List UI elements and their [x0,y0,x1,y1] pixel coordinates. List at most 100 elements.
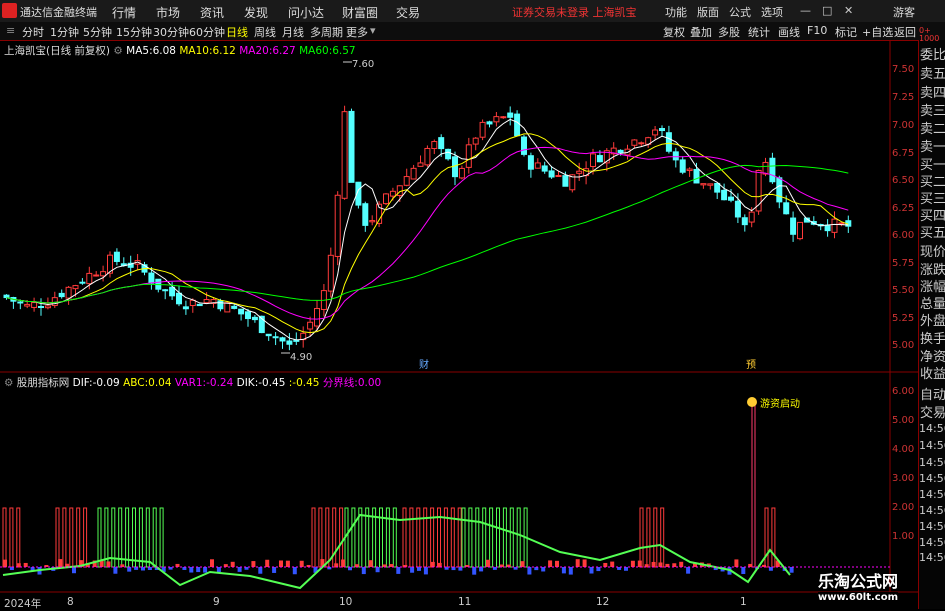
sidebar-top2: 1000 [919,34,940,43]
candle-body [527,155,534,170]
indicator-bars [2,403,794,575]
red-signal-bar [62,507,67,568]
candle-body [203,299,210,304]
histogram-bar [582,559,587,567]
candle-body [617,149,624,154]
green-signal-bar [159,507,164,568]
y-tick: 5.50 [892,285,915,296]
hot-money-spike-bar [751,403,756,568]
candle-body [472,137,479,145]
histogram-bar [527,567,532,575]
red-signal-bar [660,507,665,568]
red-signal-bar [339,507,344,568]
candle-body [113,251,120,262]
candle-body [369,220,376,223]
ind-y-tick: 4.00 [892,444,915,455]
candle-body [341,111,348,199]
histogram-bar [637,560,642,567]
histogram-bar [341,559,346,567]
candle-body [479,121,486,138]
candle-body [707,183,714,186]
histogram-bar [251,561,256,567]
ind-y-tick: 5.00 [892,415,915,426]
candle-body [389,190,396,197]
green-signal-bar [138,507,143,568]
candle-body [458,167,465,179]
candle-body [438,137,445,150]
finance-marker[interactable]: 财 [419,358,429,371]
candle-body [424,147,431,166]
candle-body [631,139,638,146]
watermark-url: www.60lt.com [818,592,899,603]
red-signal-bar [318,507,323,568]
histogram-bar [603,562,608,567]
candle-body [748,211,755,223]
green-signal-bar [132,507,136,568]
candle-body [672,151,679,161]
candle-body [493,116,500,123]
candle-body [169,286,176,297]
green-signal-bar [351,507,356,568]
sidebar-trade[interactable]: 交易 [920,402,945,421]
histogram-bar [437,562,442,567]
candle-body [182,306,189,310]
y-tick: 7.50 [892,64,915,75]
candle-body [776,177,783,203]
histogram-bar [423,567,428,575]
candle-body [3,294,10,299]
x-tick: 10 [339,596,353,608]
green-signal-bar [125,507,130,568]
histogram-bar [292,567,297,575]
sidebar-auto[interactable]: 自动 [920,384,945,403]
sidebar-buy5: 买五 [920,226,945,241]
y-tick: 5.25 [892,313,915,324]
green-signal-bar [97,507,102,568]
green-signal-bar [489,507,494,568]
histogram-bar [486,559,490,567]
candle-body [17,301,24,304]
candle-body [334,194,341,257]
candlestick-series [3,105,852,351]
candle-body [93,274,100,277]
histogram-bar [472,567,477,575]
forecast-marker[interactable]: 预 [746,359,756,371]
histogram-bar [651,561,656,567]
candle-body [286,340,293,345]
candle-body [417,162,424,167]
candle-body [251,316,258,321]
candle-body [638,142,645,145]
histogram-bar [410,567,415,573]
candle-body [721,189,728,201]
high-label: 7.60 [352,59,374,70]
green-signal-bar [516,507,521,568]
candle-body [38,306,44,309]
red-signal-bar [9,507,14,568]
histogram-bar [113,567,118,574]
histogram-bar [741,567,746,574]
time-entry: 14:56 [919,551,945,564]
indicator-lines [0,513,890,590]
histogram-bar [768,567,773,571]
ma20-line [6,146,849,320]
histogram-bar [23,562,28,567]
kline-chart[interactable]: 7.60 4.90 财 预 游资启动 [0,0,918,609]
candle-body [762,161,769,175]
histogram-bar [596,567,601,572]
money-bag-icon [747,397,757,407]
green-signal-bar [385,507,390,568]
red-signal-bar [2,507,7,568]
histogram-bar [334,563,339,567]
red-signal-bar [76,507,81,568]
histogram-bar [541,567,546,572]
candle-body [576,170,583,174]
candle-body [734,200,741,218]
histogram-bar [279,560,283,567]
candle-body [72,285,79,290]
ind-y-tick: 1.00 [892,531,915,542]
candle-body [307,321,314,330]
x-tick: 1 [740,596,747,608]
candle-body [652,129,659,136]
candle-body [148,272,155,284]
red-signal-bar [639,507,644,568]
candle-body [245,311,251,320]
